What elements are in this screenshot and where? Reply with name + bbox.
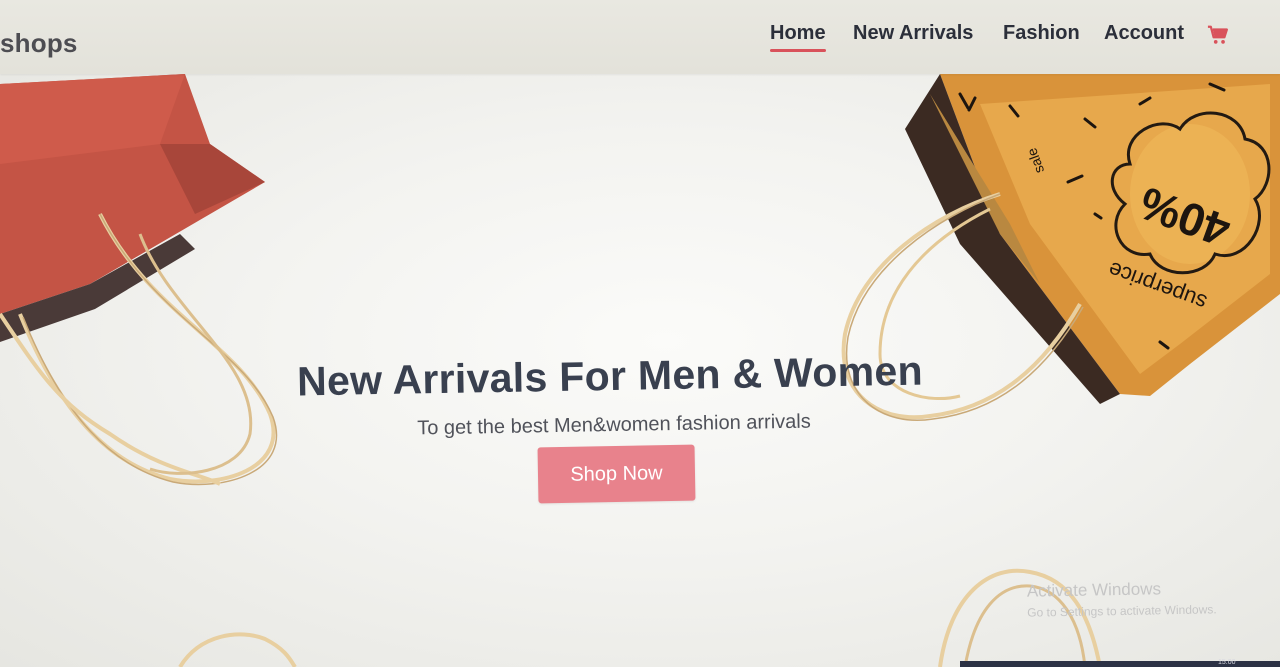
nav-fashion[interactable]: Fashion xyxy=(1003,22,1080,45)
windows-activation-watermark: Activate Windows Go to Settings to activ… xyxy=(1027,578,1217,619)
shop-now-button[interactable]: Shop Now xyxy=(537,444,696,504)
brand-logo[interactable]: shops xyxy=(0,28,78,59)
watermark-title: Activate Windows xyxy=(1026,579,1162,601)
shopping-cart-icon[interactable] xyxy=(1207,24,1229,46)
nav-new-arrivals[interactable]: New Arrivals xyxy=(853,22,973,45)
top-navbar: shops Home New Arrivals Fashion Account xyxy=(0,0,1280,74)
page: shops Home New Arrivals Fashion Account xyxy=(0,0,1280,667)
nav-home[interactable]: Home xyxy=(770,22,826,52)
nav-account[interactable]: Account xyxy=(1104,22,1184,45)
bottom-bag-handles xyxy=(178,568,1102,667)
hero-banner: 40% superprice sale New Arrivals For Men… xyxy=(0,74,1280,667)
taskbar-clock: 15:00 xyxy=(1218,659,1236,666)
